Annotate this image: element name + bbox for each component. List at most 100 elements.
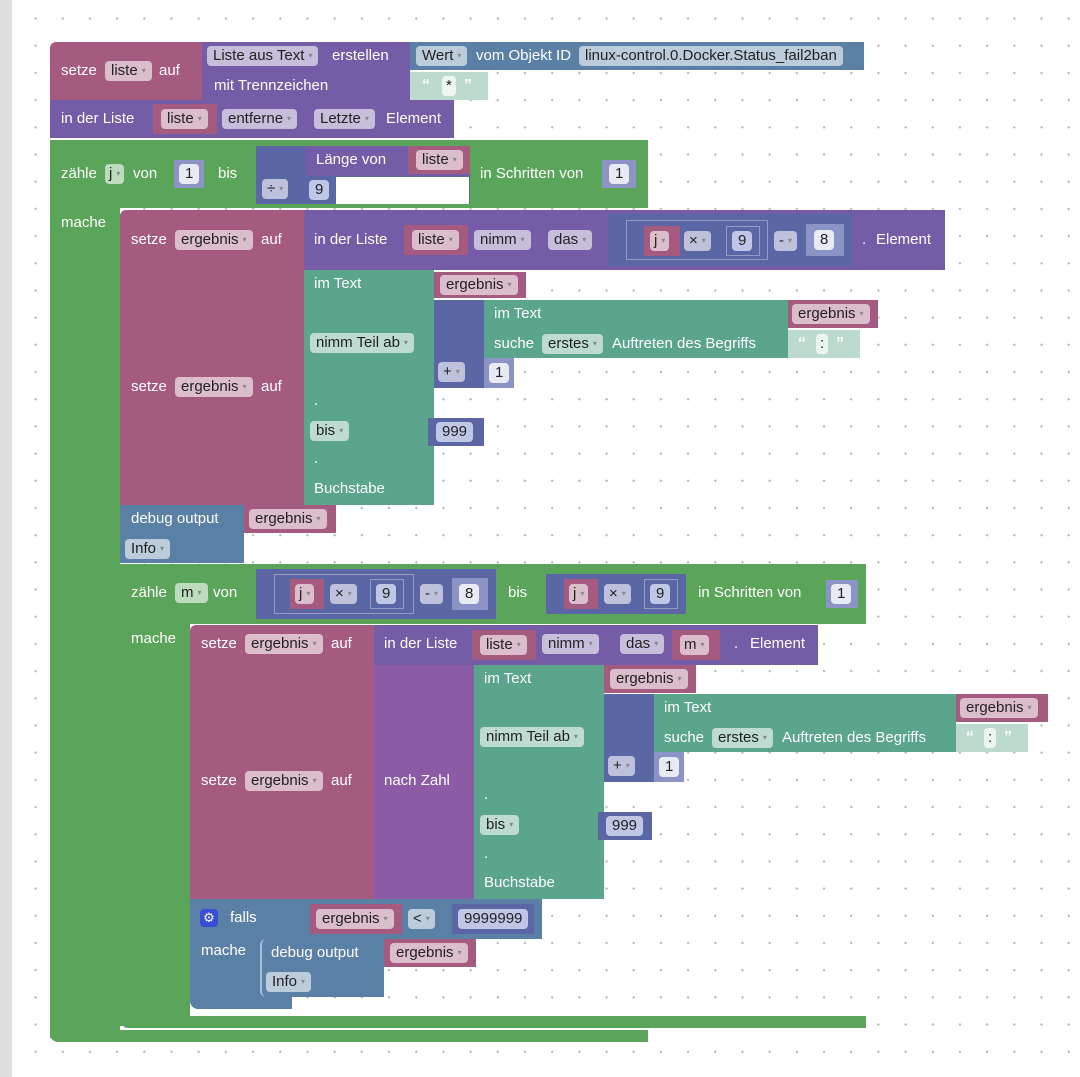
number-value[interactable]: 9999999 — [458, 909, 529, 929]
var-dropdown-ergebnis[interactable]: ergebnis ▾ — [960, 698, 1038, 718]
compare-block[interactable]: ergebnis ▾ < ▾ 9999999 — [292, 899, 542, 939]
number-block[interactable]: 9999999 — [452, 904, 534, 934]
number-block[interactable]: 8 — [452, 578, 488, 610]
var-dropdown-liste[interactable]: liste ▾ — [105, 61, 152, 81]
var-dropdown-liste[interactable]: liste ▾ — [161, 109, 208, 129]
compare-op-dropdown[interactable]: < ▾ — [408, 909, 435, 929]
number-value[interactable]: 8 — [459, 584, 480, 604]
var-dropdown-j[interactable]: j ▾ — [569, 584, 589, 604]
log-level-dropdown[interactable]: Info ▾ — [266, 972, 312, 992]
position-dropdown[interactable]: Letzte ▾ — [314, 109, 375, 129]
set-ergebnis-block[interactable]: setze ergebnis ▾ auf — [190, 625, 374, 665]
var-dropdown-ergebnis[interactable]: ergebnis ▾ — [390, 943, 468, 963]
set-liste-block[interactable]: setze liste ▾ auf — [50, 42, 202, 100]
var-dropdown-j[interactable]: j ▾ — [295, 584, 315, 604]
list-from-text-dropdown[interactable]: Liste aus Text ▾ — [207, 46, 319, 66]
to-number-block[interactable]: nach Zahl — [374, 665, 474, 899]
search-field[interactable]: : — [816, 334, 829, 354]
math-op-dropdown[interactable]: × ▾ — [604, 584, 631, 604]
var-block-j[interactable]: j ▾ — [564, 579, 598, 609]
number-value[interactable]: 999 — [436, 422, 474, 442]
gear-icon[interactable]: ⚙ — [200, 909, 218, 927]
var-block-liste[interactable]: liste ▾ — [153, 104, 217, 134]
var-dropdown-ergebnis[interactable]: ergebnis ▾ — [245, 634, 323, 654]
var-block-ergebnis[interactable]: ergebnis ▾ — [956, 694, 1048, 722]
math-op-dropdown[interactable]: - ▾ — [420, 584, 444, 604]
step-value[interactable]: 1 — [609, 164, 630, 184]
multiply-block[interactable]: j ▾ × ▾ 9 — [546, 574, 686, 614]
number-value[interactable]: 1 — [659, 757, 680, 777]
number-value[interactable]: 8 — [814, 230, 835, 250]
var-dropdown-m[interactable]: m ▾ — [680, 635, 709, 655]
substring-to-dropdown[interactable]: bis ▾ — [310, 421, 350, 441]
substring-from-dropdown[interactable]: nimm Teil ab ▾ — [310, 333, 414, 353]
var-dropdown-liste[interactable]: liste ▾ — [416, 150, 463, 170]
var-block-liste[interactable]: liste ▾ — [472, 630, 536, 660]
remove-mode-dropdown[interactable]: entferne ▾ — [222, 109, 298, 129]
mode-dropdown-nimm[interactable]: nimm ▾ — [542, 634, 599, 654]
var-block-ergebnis[interactable]: ergebnis ▾ — [244, 505, 336, 533]
var-block-m[interactable]: m ▾ — [672, 630, 720, 660]
number-value[interactable]: 9 — [732, 231, 753, 251]
set-ergebnis-block[interactable]: setze ergebnis ▾ auf — [120, 270, 304, 505]
number-block[interactable]: 999 — [428, 418, 484, 446]
math-op-dropdown[interactable]: ÷ ▾ — [262, 179, 289, 199]
subtract-block[interactable]: j ▾ × ▾ 9 - ▾ 8 — [608, 214, 852, 266]
var-block-ergebnis[interactable]: ergebnis ▾ — [310, 904, 402, 934]
index-of-block[interactable]: im Text suche erstes ▾ Auftreten des Begr… — [654, 694, 956, 752]
object-id-field[interactable]: linux-control.0.Docker.Status_fail2ban — [579, 46, 843, 66]
mode-dropdown-nimm[interactable]: nimm ▾ — [474, 230, 531, 250]
var-dropdown-ergebnis[interactable]: ergebnis ▾ — [175, 230, 253, 250]
number-block[interactable]: 1 — [602, 160, 636, 188]
log-level-dropdown[interactable]: Info ▾ — [125, 539, 171, 559]
find-mode-dropdown[interactable]: erstes ▾ — [542, 334, 603, 354]
set-ergebnis-block[interactable]: setze ergebnis ▾ auf — [190, 665, 374, 899]
number-value[interactable]: 9 — [376, 584, 397, 604]
find-mode-dropdown[interactable]: erstes ▾ — [712, 728, 773, 748]
get-object-value-block[interactable]: Wert ▾ vom Objekt ID linux-control.0.Dock… — [410, 42, 864, 70]
var-dropdown-ergebnis[interactable]: ergebnis ▾ — [792, 304, 870, 324]
list-remove-block[interactable]: in der Liste liste ▾ entferne ▾ Letzte ▾ El… — [50, 100, 454, 138]
var-dropdown-ergebnis[interactable]: ergebnis ▾ — [316, 909, 394, 929]
var-dropdown-j[interactable]: j ▾ — [650, 231, 670, 251]
number-block[interactable]: 9 — [306, 177, 336, 204]
subtract-block[interactable]: j ▾ × ▾ 9 - ▾ 8 — [256, 569, 496, 619]
var-dropdown-liste[interactable]: liste ▾ — [480, 635, 527, 655]
from-value[interactable]: 1 — [179, 164, 200, 184]
debug-output-block[interactable]: debug output Info ▾ — [120, 505, 244, 563]
where-dropdown-das[interactable]: das ▾ — [548, 230, 593, 250]
substring-to-dropdown[interactable]: bis ▾ — [480, 815, 520, 835]
search-field[interactable]: : — [984, 728, 997, 748]
substring-block[interactable]: im Text nimm Teil ab ▾ . bis ▾ . Buchstabe — [474, 665, 604, 899]
var-block-ergebnis[interactable]: ergebnis ▾ — [384, 939, 476, 967]
var-dropdown-ergebnis[interactable]: ergebnis ▾ — [175, 377, 253, 397]
math-op-dropdown[interactable]: × ▾ — [684, 231, 711, 251]
search-text-block[interactable]: “ : ” — [956, 724, 1028, 752]
var-dropdown-ergebnis[interactable]: ergebnis ▾ — [249, 509, 327, 529]
number-block[interactable]: 8 — [806, 224, 844, 256]
list-from-text-block[interactable]: Liste aus Text ▾ erstellen mit Trennzeich… — [202, 42, 410, 100]
var-dropdown-ergebnis[interactable]: ergebnis ▾ — [440, 275, 518, 295]
var-dropdown-liste[interactable]: liste ▾ — [412, 230, 459, 250]
substring-block[interactable]: im Text nimm Teil ab ▾ . bis ▾ . Buchstabe — [304, 270, 434, 505]
divisor-value[interactable]: 9 — [309, 180, 330, 200]
number-block[interactable]: 1 — [654, 752, 684, 782]
add-block[interactable]: + ▾ — [434, 300, 484, 388]
delimiter-text-block[interactable]: “ * ” — [410, 72, 488, 100]
number-value[interactable]: 999 — [606, 816, 644, 836]
var-dropdown-ergebnis[interactable]: ergebnis ▾ — [245, 771, 323, 791]
delimiter-field[interactable]: * — [442, 76, 456, 96]
index-of-block[interactable]: im Text suche erstes ▾ Auftreten des Begr… — [484, 300, 788, 358]
loop-var-dropdown-j[interactable]: j ▾ — [105, 164, 125, 184]
number-block[interactable]: 1 — [484, 358, 514, 388]
add-block[interactable]: + ▾ — [604, 694, 654, 782]
var-block-ergebnis[interactable]: ergebnis ▾ — [434, 272, 526, 298]
number-value[interactable]: 9 — [650, 584, 671, 604]
math-op-dropdown[interactable]: + ▾ — [608, 756, 635, 776]
var-dropdown-ergebnis[interactable]: ergebnis ▾ — [610, 669, 688, 689]
step-value[interactable]: 1 — [831, 584, 852, 604]
set-ergebnis-block[interactable]: setze ergebnis ▾ auf — [120, 210, 304, 270]
search-text-block[interactable]: “ : ” — [788, 330, 860, 358]
substring-from-dropdown[interactable]: nimm Teil ab ▾ — [480, 727, 584, 747]
number-block[interactable]: 999 — [598, 812, 652, 840]
